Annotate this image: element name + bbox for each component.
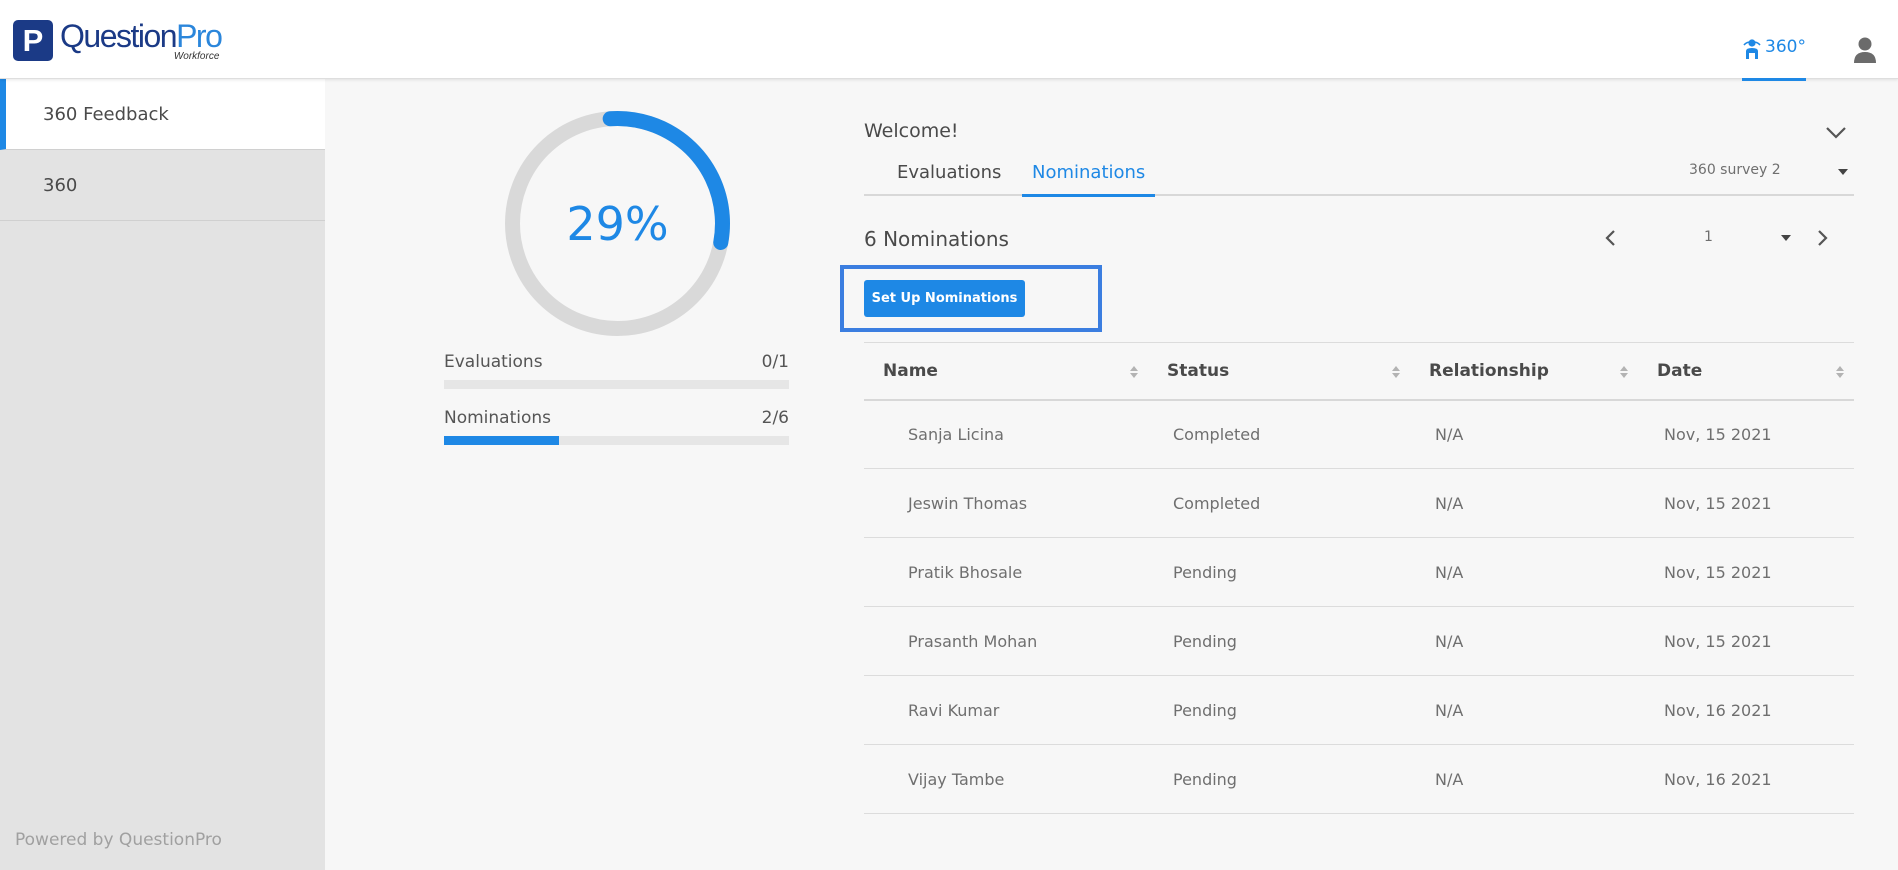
cell-date: Nov, 16 2021 (1638, 744, 1854, 814)
tab-evaluations[interactable]: Evaluations (887, 158, 1011, 196)
column-label: Name (883, 360, 938, 381)
sidebar-item-label: 360 Feedback (43, 103, 169, 125)
table-row[interactable]: Vijay Tambe Pending N/A Nov, 16 2021 (864, 744, 1854, 814)
evaluations-track (444, 380, 789, 389)
brand-sub: Workforce (173, 51, 220, 62)
cell-relationship: N/A (1410, 537, 1638, 607)
completion-percent: 29% (566, 196, 669, 251)
chevron-left-icon[interactable] (1600, 227, 1622, 249)
table-row[interactable]: Jeswin Thomas Completed N/A Nov, 15 2021 (864, 468, 1854, 538)
sidebar-item-label: 360 (43, 174, 78, 196)
brand-question: Question (60, 18, 178, 54)
mode-tab-label: 360° (1765, 37, 1806, 57)
nominations-progress: Nominations 2/6 (444, 408, 789, 445)
cell-name: Vijay Tambe (864, 744, 1148, 814)
cell-name: Sanja Licina (864, 399, 1148, 469)
nominations-count-title: 6 Nominations (864, 227, 1009, 251)
table-row[interactable]: Ravi Kumar Pending N/A Nov, 16 2021 (864, 675, 1854, 745)
cell-date: Nov, 16 2021 (1638, 675, 1854, 745)
welcome-heading: Welcome! (864, 120, 959, 142)
column-label: Status (1167, 360, 1230, 381)
column-header-date[interactable]: Date (1638, 342, 1854, 401)
cell-date: Nov, 15 2021 (1638, 606, 1854, 676)
survey-select[interactable]: 360 survey 2 (1689, 162, 1854, 178)
logo-mark: P (13, 20, 53, 61)
column-header-relationship[interactable]: Relationship (1410, 342, 1638, 401)
caret-down-icon (1781, 235, 1791, 241)
cell-status: Completed (1148, 399, 1410, 469)
cell-relationship: N/A (1410, 399, 1638, 469)
chevron-down-icon[interactable] (1824, 124, 1848, 142)
page-number: 1 (1704, 229, 1713, 245)
nominations-track (444, 436, 789, 445)
caret-down-icon (1838, 169, 1848, 175)
sidebar-item-360[interactable]: 360 (0, 150, 325, 221)
cell-name: Jeswin Thomas (864, 468, 1148, 538)
column-header-status[interactable]: Status (1148, 342, 1410, 401)
sort-icon[interactable] (1392, 365, 1400, 379)
sidebar-item-360-feedback[interactable]: 360 Feedback (0, 79, 325, 150)
cell-status: Completed (1148, 468, 1410, 538)
nominations-fill (444, 436, 559, 445)
powered-by-footer: Powered by QuestionPro (15, 830, 222, 850)
cell-status: Pending (1148, 675, 1410, 745)
tab-nominations[interactable]: Nominations (1022, 158, 1156, 197)
column-label: Date (1657, 360, 1703, 381)
cell-name: Ravi Kumar (864, 675, 1148, 745)
sidebar: 360 Feedback 360 Powered by QuestionPro (0, 79, 325, 870)
nominations-label: Nominations (444, 408, 552, 428)
table-header-row: Name Status Relationship Date (864, 342, 1854, 401)
chevron-right-icon[interactable] (1811, 227, 1833, 249)
tab-bar: Evaluations Nominations 360 survey 2 (864, 158, 1854, 197)
cell-relationship: N/A (1410, 744, 1638, 814)
column-label: Relationship (1429, 360, 1549, 381)
evaluations-value: 0/1 (761, 352, 789, 372)
evaluations-progress: Evaluations 0/1 (444, 352, 789, 389)
cell-date: Nov, 15 2021 (1638, 399, 1854, 469)
cell-relationship: N/A (1410, 606, 1638, 676)
cell-date: Nov, 15 2021 (1638, 537, 1854, 607)
cell-date: Nov, 15 2021 (1638, 468, 1854, 538)
cell-name: Prasanth Mohan (864, 606, 1148, 676)
user-icon[interactable] (1852, 36, 1878, 64)
person-360-icon (1743, 39, 1761, 59)
cell-status: Pending (1148, 744, 1410, 814)
cell-relationship: N/A (1410, 675, 1638, 745)
sort-icon[interactable] (1130, 365, 1138, 379)
nominations-value: 2/6 (761, 408, 789, 428)
cell-relationship: N/A (1410, 468, 1638, 538)
sort-icon[interactable] (1620, 365, 1628, 379)
column-header-name[interactable]: Name (864, 342, 1148, 401)
cell-name: Pratik Bhosale (864, 537, 1148, 607)
logo-wordmark: QuestionPro Workforce (60, 18, 223, 62)
pagination: 1 (1600, 225, 1832, 253)
cell-status: Pending (1148, 537, 1410, 607)
table-row[interactable]: Sanja Licina Completed N/A Nov, 15 2021 (864, 399, 1854, 469)
set-up-nominations-button[interactable]: Set Up Nominations (864, 280, 1025, 317)
cell-status: Pending (1148, 606, 1410, 676)
nominations-table: Name Status Relationship Date Sanja Lici… (864, 342, 1854, 814)
table-row[interactable]: Prasanth Mohan Pending N/A Nov, 15 2021 (864, 606, 1854, 676)
survey-select-value: 360 survey 2 (1689, 162, 1781, 178)
brand-pro: Pro (176, 18, 223, 54)
questionpro-logo[interactable]: P QuestionPro Workforce (13, 18, 223, 62)
mode-tab-360[interactable]: 360° (1742, 37, 1806, 81)
sort-icon[interactable] (1836, 365, 1844, 379)
top-bar: P QuestionPro Workforce 360° (0, 0, 1898, 81)
evaluations-label: Evaluations (444, 352, 543, 372)
table-row[interactable]: Pratik Bhosale Pending N/A Nov, 15 2021 (864, 537, 1854, 607)
